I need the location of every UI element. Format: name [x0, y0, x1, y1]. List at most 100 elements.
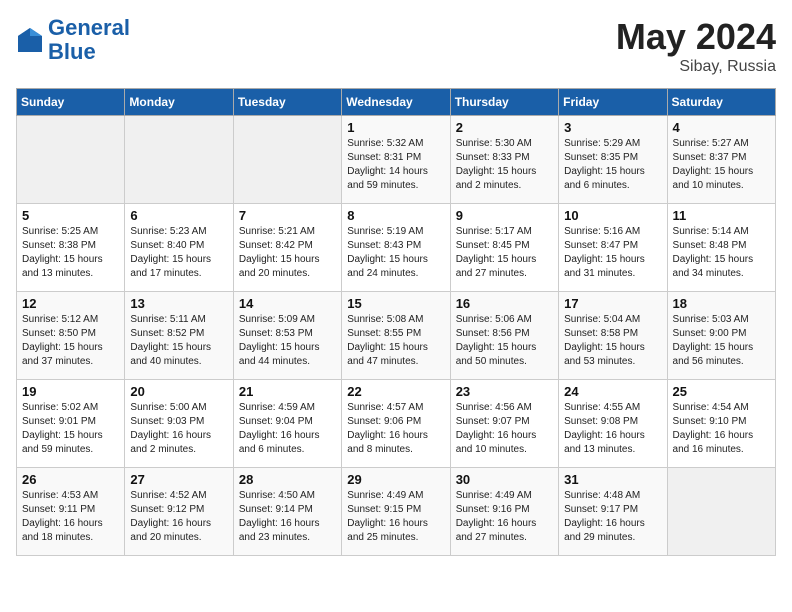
calendar-table: SundayMondayTuesdayWednesdayThursdayFrid… — [16, 88, 776, 556]
col-header-saturday: Saturday — [667, 89, 775, 116]
calendar-cell: 19 Sunrise: 5:02 AM Sunset: 9:01 PM Dayli… — [17, 380, 125, 468]
calendar-cell — [667, 468, 775, 556]
day-number: 8 — [347, 208, 444, 223]
day-number: 7 — [239, 208, 336, 223]
header-row: SundayMondayTuesdayWednesdayThursdayFrid… — [17, 89, 776, 116]
calendar-cell: 29Sunrise: 4:49 AM Sunset: 9:15 PM Dayli… — [342, 468, 450, 556]
calendar-cell: 13Sunrise: 5:11 AM Sunset: 8:52 PM Dayli… — [125, 292, 233, 380]
col-header-wednesday: Wednesday — [342, 89, 450, 116]
calendar-cell — [125, 116, 233, 204]
location: Sibay, Russia — [616, 58, 776, 76]
day-number: 12 — [22, 296, 119, 311]
day-number: 26 — [22, 472, 119, 487]
cell-info: Sunrise: 5:02 AM Sunset: 9:01 PM Dayligh… — [22, 401, 119, 457]
calendar-cell: 31 Sunrise: 4:48 AM Sunset: 9:17 PM Dayli… — [559, 468, 667, 556]
calendar-cell: 30 Sunrise: 4:49 AM Sunset: 9:16 PM Dayli… — [450, 468, 558, 556]
day-number: 13 — [130, 296, 227, 311]
col-header-sunday: Sunday — [17, 89, 125, 116]
day-number: 11 — [673, 208, 770, 223]
cell-info: Sunrise: 4:49 AM Sunset: 9:16 PM Dayligh… — [456, 489, 553, 545]
cell-info: Sunrise: 5:30 AM Sunset: 8:33 PM Dayligh… — [456, 137, 553, 193]
cell-info: Sunrise: 5:06 AM Sunset: 8:56 PM Dayligh… — [456, 313, 553, 369]
calendar-cell: 28 Sunrise: 4:50 AM Sunset: 9:14 PM Dayli… — [233, 468, 341, 556]
day-number: 20 — [130, 384, 227, 399]
calendar-cell: 6 Sunrise: 5:23 AM Sunset: 8:40 PM Daylig… — [125, 204, 233, 292]
day-number: 14 — [239, 296, 336, 311]
day-number: 31 — [564, 472, 661, 487]
day-number: 6 — [130, 208, 227, 223]
col-header-monday: Monday — [125, 89, 233, 116]
calendar-cell: 4 Sunrise: 5:27 AM Sunset: 8:37 PM Daylig… — [667, 116, 775, 204]
cell-info: Sunrise: 5:16 AM Sunset: 8:47 PM Dayligh… — [564, 225, 661, 281]
day-number: 5 — [22, 208, 119, 223]
cell-info: Sunrise: 4:53 AM Sunset: 9:11 PM Dayligh… — [22, 489, 119, 545]
calendar-cell: 14 Sunrise: 5:09 AM Sunset: 8:53 PM Dayli… — [233, 292, 341, 380]
cell-info: Sunrise: 5:09 AM Sunset: 8:53 PM Dayligh… — [239, 313, 336, 369]
calendar-cell: 25 Sunrise: 4:54 AM Sunset: 9:10 PM Dayli… — [667, 380, 775, 468]
day-number: 4 — [673, 120, 770, 135]
logo-line2: Blue — [48, 40, 130, 64]
cell-info: Sunrise: 4:48 AM Sunset: 9:17 PM Dayligh… — [564, 489, 661, 545]
day-number: 22 — [347, 384, 444, 399]
day-number: 17 — [564, 296, 661, 311]
cell-info: Sunrise: 4:49 AM Sunset: 9:15 PM Dayligh… — [347, 489, 444, 545]
cell-info: Sunrise: 5:04 AM Sunset: 8:58 PM Dayligh… — [564, 313, 661, 369]
calendar-cell: 20 Sunrise: 5:00 AM Sunset: 9:03 PM Dayli… — [125, 380, 233, 468]
page-header: General Blue May 2024 Sibay, Russia — [16, 16, 776, 76]
calendar-cell — [233, 116, 341, 204]
cell-info: Sunrise: 4:50 AM Sunset: 9:14 PM Dayligh… — [239, 489, 336, 545]
calendar-cell: 8 Sunrise: 5:19 AM Sunset: 8:43 PM Daylig… — [342, 204, 450, 292]
week-row-5: 26 Sunrise: 4:53 AM Sunset: 9:11 PM Dayli… — [17, 468, 776, 556]
week-row-3: 12 Sunrise: 5:12 AM Sunset: 8:50 PM Dayli… — [17, 292, 776, 380]
day-number: 15 — [347, 296, 444, 311]
calendar-cell: 7 Sunrise: 5:21 AM Sunset: 8:42 PM Daylig… — [233, 204, 341, 292]
cell-info: Sunrise: 5:00 AM Sunset: 9:03 PM Dayligh… — [130, 401, 227, 457]
day-number: 28 — [239, 472, 336, 487]
calendar-cell: 21Sunrise: 4:59 AM Sunset: 9:04 PM Dayli… — [233, 380, 341, 468]
logo-line1: General — [48, 16, 130, 40]
cell-info: Sunrise: 4:56 AM Sunset: 9:07 PM Dayligh… — [456, 401, 553, 457]
cell-info: Sunrise: 5:25 AM Sunset: 8:38 PM Dayligh… — [22, 225, 119, 281]
calendar-cell: 15Sunrise: 5:08 AM Sunset: 8:55 PM Dayli… — [342, 292, 450, 380]
cell-info: Sunrise: 5:12 AM Sunset: 8:50 PM Dayligh… — [22, 313, 119, 369]
calendar-cell: 23 Sunrise: 4:56 AM Sunset: 9:07 PM Dayli… — [450, 380, 558, 468]
cell-info: Sunrise: 5:23 AM Sunset: 8:40 PM Dayligh… — [130, 225, 227, 281]
calendar-cell: 12 Sunrise: 5:12 AM Sunset: 8:50 PM Dayli… — [17, 292, 125, 380]
day-number: 3 — [564, 120, 661, 135]
cell-info: Sunrise: 4:57 AM Sunset: 9:06 PM Dayligh… — [347, 401, 444, 457]
calendar-cell: 2 Sunrise: 5:30 AM Sunset: 8:33 PM Daylig… — [450, 116, 558, 204]
cell-info: Sunrise: 5:14 AM Sunset: 8:48 PM Dayligh… — [673, 225, 770, 281]
day-number: 19 — [22, 384, 119, 399]
day-number: 2 — [456, 120, 553, 135]
cell-info: Sunrise: 4:52 AM Sunset: 9:12 PM Dayligh… — [130, 489, 227, 545]
day-number: 9 — [456, 208, 553, 223]
cell-info: Sunrise: 5:19 AM Sunset: 8:43 PM Dayligh… — [347, 225, 444, 281]
day-number: 16 — [456, 296, 553, 311]
logo-icon — [16, 26, 44, 54]
cell-info: Sunrise: 4:54 AM Sunset: 9:10 PM Dayligh… — [673, 401, 770, 457]
col-header-tuesday: Tuesday — [233, 89, 341, 116]
calendar-cell — [17, 116, 125, 204]
calendar-cell: 18 Sunrise: 5:03 AM Sunset: 9:00 PM Dayli… — [667, 292, 775, 380]
day-number: 30 — [456, 472, 553, 487]
cell-info: Sunrise: 5:21 AM Sunset: 8:42 PM Dayligh… — [239, 225, 336, 281]
calendar-cell: 1 Sunrise: 5:32 AM Sunset: 8:31 PM Daylig… — [342, 116, 450, 204]
calendar-cell: 11 Sunrise: 5:14 AM Sunset: 8:48 PM Dayli… — [667, 204, 775, 292]
cell-info: Sunrise: 5:17 AM Sunset: 8:45 PM Dayligh… — [456, 225, 553, 281]
day-number: 23 — [456, 384, 553, 399]
cell-info: Sunrise: 4:55 AM Sunset: 9:08 PM Dayligh… — [564, 401, 661, 457]
cell-info: Sunrise: 5:03 AM Sunset: 9:00 PM Dayligh… — [673, 313, 770, 369]
cell-info: Sunrise: 5:27 AM Sunset: 8:37 PM Dayligh… — [673, 137, 770, 193]
title-block: May 2024 Sibay, Russia — [616, 16, 776, 76]
calendar-cell: 5 Sunrise: 5:25 AM Sunset: 8:38 PM Daylig… — [17, 204, 125, 292]
week-row-1: 1 Sunrise: 5:32 AM Sunset: 8:31 PM Daylig… — [17, 116, 776, 204]
calendar-cell: 17 Sunrise: 5:04 AM Sunset: 8:58 PM Dayli… — [559, 292, 667, 380]
logo: General Blue — [16, 16, 130, 64]
day-number: 1 — [347, 120, 444, 135]
calendar-cell: 9 Sunrise: 5:17 AM Sunset: 8:45 PM Daylig… — [450, 204, 558, 292]
cell-info: Sunrise: 5:32 AM Sunset: 8:31 PM Dayligh… — [347, 137, 444, 193]
day-number: 18 — [673, 296, 770, 311]
cell-info: Sunrise: 5:29 AM Sunset: 8:35 PM Dayligh… — [564, 137, 661, 193]
calendar-cell: 26 Sunrise: 4:53 AM Sunset: 9:11 PM Dayli… — [17, 468, 125, 556]
day-number: 25 — [673, 384, 770, 399]
